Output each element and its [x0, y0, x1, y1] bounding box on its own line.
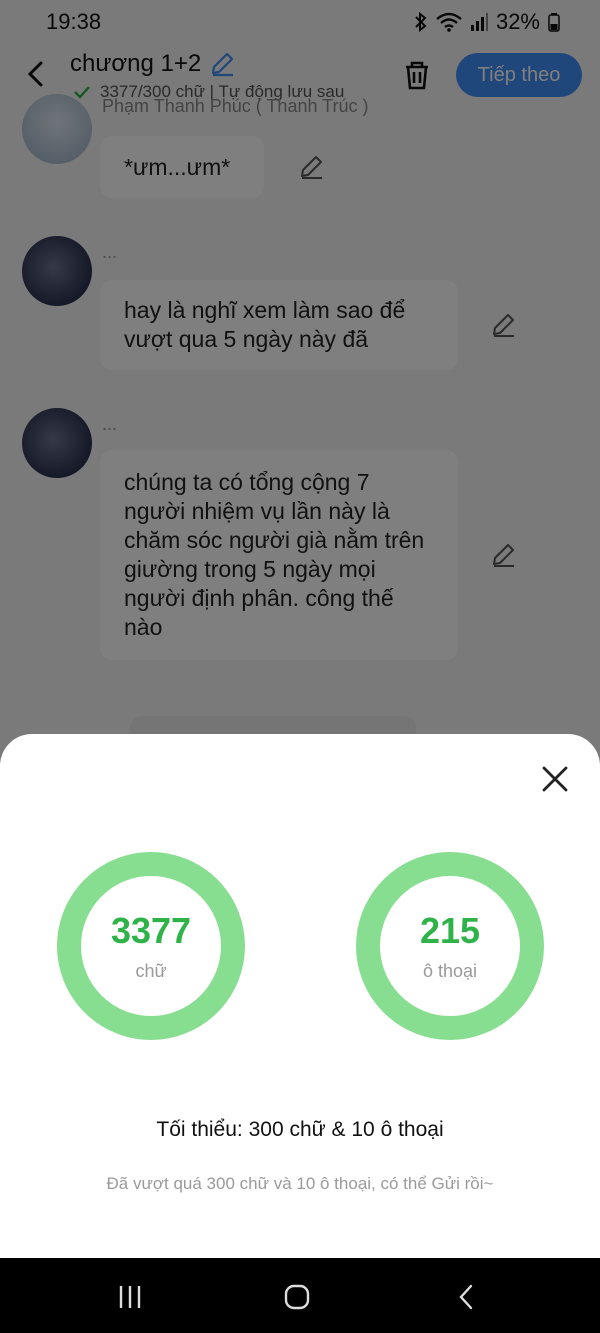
word-count-label: chữ: [135, 960, 167, 981]
recents-button[interactable]: [110, 1280, 150, 1314]
system-nav-bar: [0, 1258, 600, 1333]
close-button[interactable]: [540, 764, 570, 794]
dialog-count-label: ô thoại: [422, 960, 478, 981]
word-count-value: 3377: [110, 909, 192, 951]
submit-hint: Đã vượt quá 300 chữ và 10 ô thoại, có th…: [106, 1174, 494, 1193]
close-icon: [542, 766, 568, 792]
recents-icon: [119, 1286, 141, 1308]
nav-back-icon: [459, 1284, 473, 1310]
dialog-count-value: 215: [419, 909, 481, 951]
home-button[interactable]: [277, 1280, 317, 1314]
dialog-count-ring: 215 ô thoại: [356, 852, 544, 1040]
minimum-requirement: Tối thiểu: 300 chữ & 10 ô thoại: [156, 1118, 444, 1141]
word-count-sheet: 3377 chữ 215 ô thoại Tối thiểu: 300 chữ …: [0, 734, 600, 1258]
home-icon: [284, 1284, 310, 1310]
word-count-ring: 3377 chữ: [57, 852, 245, 1040]
nav-back-button[interactable]: [446, 1280, 486, 1314]
